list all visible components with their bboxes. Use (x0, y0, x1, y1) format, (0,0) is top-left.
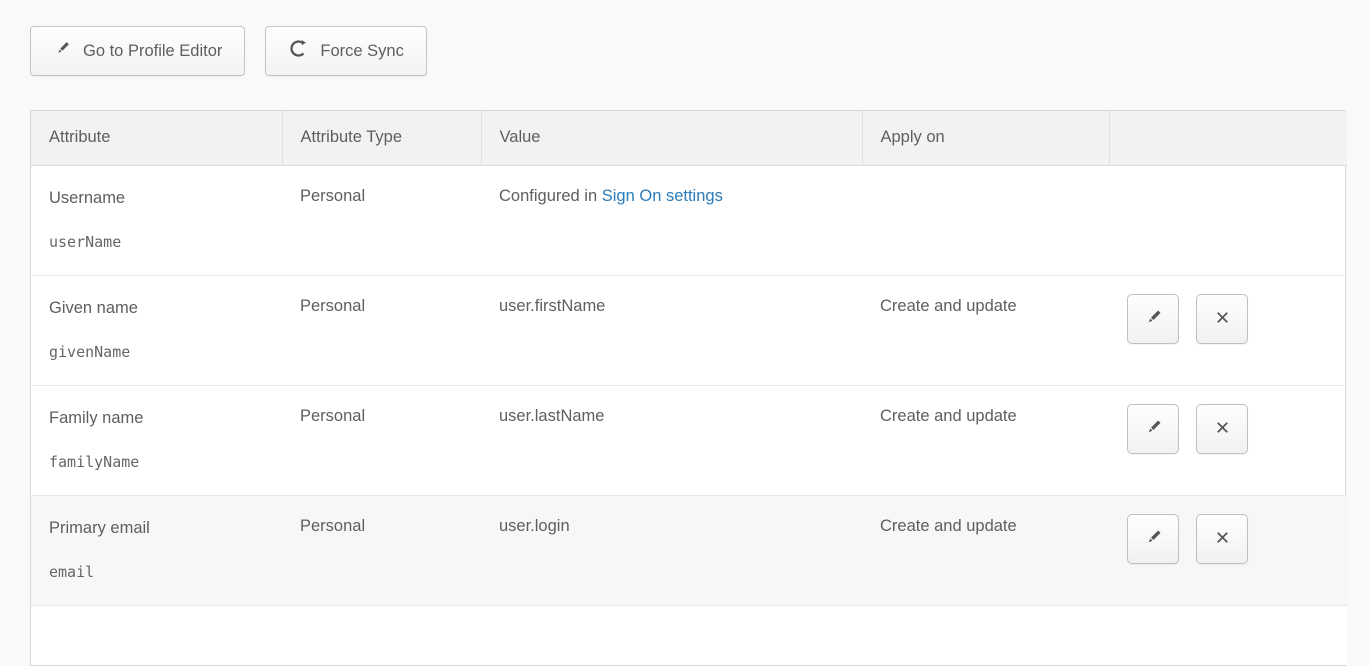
attribute-type-cell: Personal (282, 495, 481, 605)
table-row (31, 605, 1347, 665)
actions-cell (1109, 165, 1347, 275)
force-sync-button[interactable]: Force Sync (265, 26, 426, 76)
table-row: Given name givenName Personal user.first… (31, 275, 1347, 385)
apply-on-cell: Create and update (862, 495, 1109, 605)
actions-cell (1109, 275, 1347, 385)
actions-cell (1109, 495, 1347, 605)
attribute-variable-name: email (49, 563, 264, 581)
table-row: Username userName Personal Configured in… (31, 165, 1347, 275)
attribute-label: Username (49, 187, 264, 209)
edit-attribute-button[interactable] (1127, 294, 1179, 344)
attribute-label: Family name (49, 407, 264, 429)
value-cell: user.login (481, 495, 862, 605)
table-row: Primary email email Personal user.login … (31, 495, 1347, 605)
edit-attribute-button[interactable] (1127, 404, 1179, 454)
refresh-icon (288, 38, 309, 64)
attribute-cell: Family name familyName (31, 385, 282, 495)
table-row: Family name familyName Personal user.las… (31, 385, 1347, 495)
close-icon (1213, 528, 1232, 550)
header-attribute-type: Attribute Type (282, 111, 481, 165)
attribute-label: Given name (49, 297, 264, 319)
header-attribute: Attribute (31, 111, 282, 165)
header-value: Value (481, 111, 862, 165)
empty-cell (31, 605, 1347, 665)
apply-on-cell: Create and update (862, 385, 1109, 495)
attribute-variable-name: givenName (49, 343, 264, 361)
attribute-mapping-table: Attribute Attribute Type Value Apply on … (30, 110, 1346, 666)
go-to-profile-editor-button[interactable]: Go to Profile Editor (30, 26, 245, 76)
pencil-icon (1143, 417, 1164, 441)
attribute-cell: Username userName (31, 165, 282, 275)
toolbar: Go to Profile Editor Force Sync (30, 26, 427, 76)
attribute-cell: Given name givenName (31, 275, 282, 385)
attribute-type-cell: Personal (282, 165, 481, 275)
actions-cell (1109, 385, 1347, 495)
attribute-variable-name: familyName (49, 453, 264, 471)
delete-attribute-button[interactable] (1196, 404, 1248, 454)
pencil-icon (1143, 527, 1164, 551)
close-icon (1213, 308, 1232, 330)
attribute-cell: Primary email email (31, 495, 282, 605)
apply-on-cell (862, 165, 1109, 275)
value-cell: user.lastName (481, 385, 862, 495)
header-actions (1109, 111, 1347, 165)
go-to-profile-editor-label: Go to Profile Editor (83, 42, 222, 61)
value-cell: Configured in Sign On settings (481, 165, 862, 275)
attribute-type-cell: Personal (282, 385, 481, 495)
value-text: Configured in (499, 187, 597, 205)
force-sync-label: Force Sync (320, 42, 403, 61)
delete-attribute-button[interactable] (1196, 294, 1248, 344)
value-cell: user.firstName (481, 275, 862, 385)
table-header-row: Attribute Attribute Type Value Apply on (31, 111, 1347, 165)
pencil-icon (1143, 307, 1164, 331)
edit-attribute-button[interactable] (1127, 514, 1179, 564)
attribute-label: Primary email (49, 517, 264, 539)
pencil-icon (53, 39, 72, 63)
delete-attribute-button[interactable] (1196, 514, 1248, 564)
attribute-type-cell: Personal (282, 275, 481, 385)
header-apply-on: Apply on (862, 111, 1109, 165)
apply-on-cell: Create and update (862, 275, 1109, 385)
close-icon (1213, 418, 1232, 440)
attribute-variable-name: userName (49, 233, 264, 251)
sign-on-settings-link[interactable]: Sign On settings (602, 187, 723, 205)
